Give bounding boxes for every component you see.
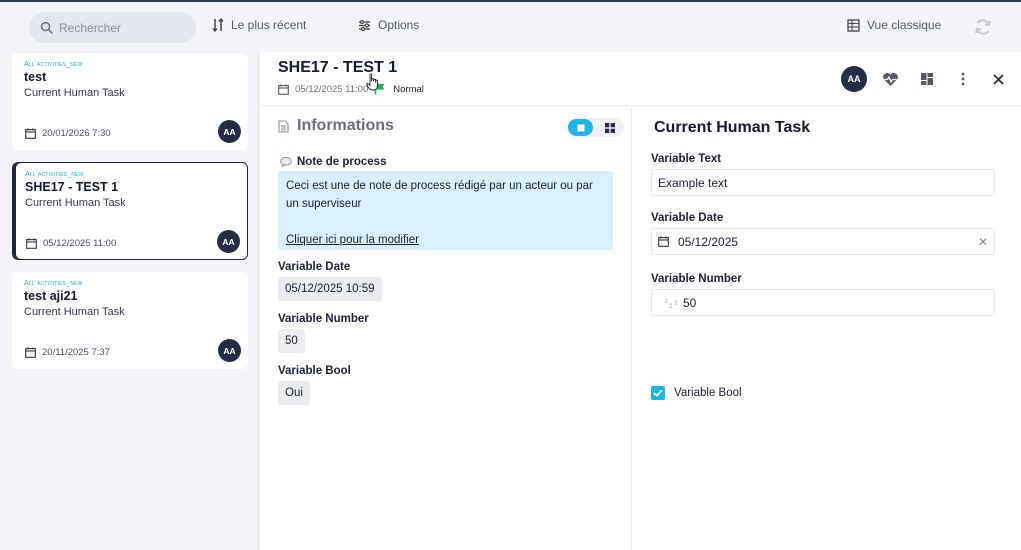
heart-pulse-icon <box>883 72 898 86</box>
form-title: Current Human Task <box>654 119 811 136</box>
sort-recent-label: Le plus récent <box>231 18 307 32</box>
task-date-text: 05/12/2025 11:00 <box>43 238 117 249</box>
hand-cursor-icon <box>366 73 378 91</box>
avatar: AA <box>218 120 241 143</box>
table-view-icon <box>847 18 860 32</box>
field-label: Variable Date <box>278 261 351 273</box>
document-icon <box>278 119 289 133</box>
svg-text:3: 3 <box>674 301 678 307</box>
speech-bubble-icon <box>280 157 292 167</box>
view-toggle <box>566 118 624 137</box>
task-date-text: 20/11/2025 7:37 <box>42 347 110 358</box>
avatar: AA <box>217 230 240 253</box>
field-label: Variable Bool <box>278 365 351 377</box>
sort-recent-button[interactable]: Le plus récent <box>212 18 306 32</box>
task-list: All activities_new test Current Human Ta… <box>0 52 259 550</box>
task-meta: 05/12/2025 11:00 Normal <box>278 83 424 95</box>
task-title: SHE17 - TEST 1 <box>25 180 119 194</box>
task-date: 20/11/2025 7:37 <box>25 347 110 358</box>
calendar-icon <box>25 128 36 139</box>
close-button[interactable] <box>986 67 1011 92</box>
task-date: 05/12/2025 11:00 <box>26 238 116 249</box>
square-icon <box>577 124 584 131</box>
variable-bool-label: Variable Bool <box>674 387 742 399</box>
task-card-selected[interactable]: All activities_new SHE17 - TEST 1 Curren… <box>12 162 248 260</box>
checkmark-icon <box>653 389 663 397</box>
refresh-icon <box>975 19 991 35</box>
options-label: Options <box>378 18 420 32</box>
variable-text-label: Variable Text <box>651 153 722 165</box>
layout-icon <box>920 73 933 85</box>
calendar-icon <box>658 236 669 247</box>
search-icon <box>40 21 53 34</box>
task-category: All activities_new <box>24 280 83 287</box>
grid-view-toggle[interactable] <box>597 119 622 136</box>
note-label: Note de process <box>297 156 387 168</box>
variable-date-input[interactable] <box>678 234 978 249</box>
note-text: Ceci est une de note de process rédigé p… <box>286 180 593 210</box>
header-actions: AA <box>841 66 1011 92</box>
process-note: Ceci est une de note de process rédigé p… <box>278 171 613 250</box>
task-date: 05/12/2025 11:00 <box>295 83 369 95</box>
avatar: AA <box>218 339 241 362</box>
task-date: 20/01/2026 7:30 <box>25 128 111 139</box>
task-subtitle: Current Human Task <box>24 306 125 318</box>
classic-view-button[interactable]: Vue classique <box>847 18 941 32</box>
field-label: Variable Number <box>278 313 369 325</box>
number-icon: 12 3 <box>665 299 678 309</box>
sort-icon <box>212 18 224 32</box>
calendar-icon <box>278 83 289 95</box>
svg-text:2: 2 <box>669 304 673 309</box>
options-button[interactable]: Options <box>358 18 419 32</box>
task-date-text: 20/01/2026 7:30 <box>42 128 111 139</box>
task-detail-panel: SHE17 - TEST 1 05/12/2025 11:00 Normal A… <box>260 52 1021 550</box>
variable-bool-checkbox[interactable] <box>651 386 665 400</box>
classic-view-label: Vue classique <box>867 18 942 32</box>
priority-label: Normal <box>393 83 424 95</box>
assignee-avatar[interactable]: AA <box>841 66 867 92</box>
calendar-icon <box>25 347 36 358</box>
more-menu-button[interactable] <box>950 67 975 92</box>
variable-date-label: Variable Date <box>651 212 724 224</box>
variable-text-field[interactable] <box>651 169 995 196</box>
heart-pulse-button[interactable] <box>878 67 903 92</box>
single-view-toggle[interactable] <box>568 119 593 136</box>
field-value: 05/12/2025 10:59 <box>278 277 382 301</box>
sliders-icon <box>359 19 370 31</box>
variable-text-input[interactable] <box>658 175 988 190</box>
calendar-icon <box>26 238 37 249</box>
variable-number-label: Variable Number <box>651 273 742 285</box>
field-value: Oui <box>278 381 310 405</box>
informations-section: Informations Note de process Ceci est un… <box>260 107 631 550</box>
top-toolbar: Le plus récent Options Vue classique <box>0 0 1021 52</box>
search-input[interactable] <box>59 20 189 35</box>
edit-note-link[interactable]: Cliquer ici pour la modifier <box>286 231 419 249</box>
variable-date-field[interactable]: ✕ <box>651 228 995 255</box>
variable-bool-row: Variable Bool <box>651 386 742 400</box>
clear-date-button[interactable]: ✕ <box>978 235 988 249</box>
informations-title: Informations <box>297 117 394 134</box>
variable-number-field[interactable]: 123 <box>651 289 995 316</box>
more-vertical-icon <box>961 72 964 86</box>
layout-button[interactable] <box>914 67 939 92</box>
task-card[interactable]: All activities_new test aji21 Current Hu… <box>12 272 248 369</box>
variable-number-input[interactable] <box>683 295 988 310</box>
refresh-button[interactable] <box>973 17 993 40</box>
task-category: All activities_new <box>24 61 83 68</box>
task-subtitle: Current Human Task <box>24 87 125 99</box>
close-icon <box>993 73 1004 85</box>
search-box[interactable] <box>29 12 196 43</box>
task-form: Current Human Task Variable Text Variabl… <box>631 107 1021 550</box>
task-subtitle: Current Human Task <box>25 197 126 209</box>
task-title: test aji21 <box>24 289 78 303</box>
task-card[interactable]: All activities_new test Current Human Ta… <box>12 53 248 150</box>
note-label-row: Note de process <box>280 156 386 168</box>
field-value: 50 <box>278 329 305 353</box>
task-category: All activities_new <box>25 171 84 178</box>
informations-header: Informations <box>278 117 394 135</box>
task-title: test <box>24 70 47 84</box>
grid-icon <box>604 122 615 133</box>
